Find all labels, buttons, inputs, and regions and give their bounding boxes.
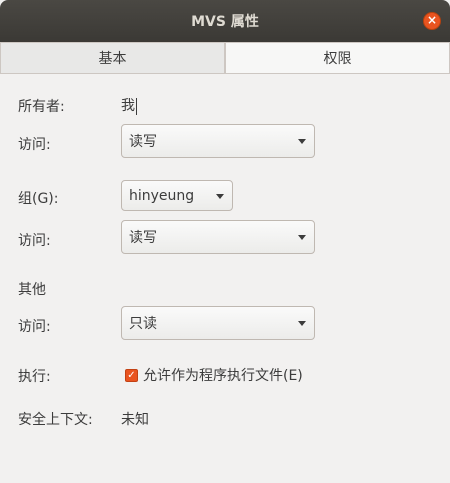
properties-window: MVS 属性 × 基本 权限 所有者: 我 访问: 读写 组(G): hinye… bbox=[0, 0, 450, 483]
execute-checkbox-label[interactable]: 允许作为程序执行文件(E) bbox=[143, 365, 303, 385]
others-heading: 其他 bbox=[18, 282, 46, 298]
execute-label: 执行: bbox=[18, 369, 51, 385]
owner-value: 我 bbox=[121, 95, 137, 115]
group-access-label: 访问: bbox=[18, 233, 51, 249]
group-value: hinyeung bbox=[129, 187, 195, 204]
others-access-dropdown[interactable]: 只读 bbox=[121, 306, 315, 340]
owner-access-value: 读写 bbox=[129, 134, 157, 150]
checkbox-checked-icon[interactable]: ✓ bbox=[125, 368, 138, 382]
chevron-down-icon bbox=[216, 193, 224, 199]
title-bar[interactable]: MVS 属性 × bbox=[0, 0, 450, 42]
security-context-label: 安全上下文: bbox=[18, 412, 93, 428]
others-access-label: 访问: bbox=[18, 319, 51, 335]
tab-bar: 基本 权限 bbox=[0, 42, 450, 74]
owner-name: 我 bbox=[121, 98, 135, 114]
owner-label: 所有者: bbox=[18, 99, 65, 115]
owner-access-dropdown[interactable]: 读写 bbox=[121, 124, 315, 158]
text-cursor bbox=[136, 97, 137, 115]
group-access-value: 读写 bbox=[129, 230, 157, 246]
owner-access-label: 访问: bbox=[18, 137, 51, 153]
group-access-dropdown[interactable]: 读写 bbox=[121, 220, 315, 254]
tab-basic[interactable]: 基本 bbox=[0, 42, 225, 73]
chevron-down-icon bbox=[298, 321, 306, 326]
group-label: 组(G): bbox=[18, 191, 59, 207]
execute-checkbox-row[interactable]: ✓ 允许作为程序执行文件(E) bbox=[125, 364, 303, 386]
tab-permissions[interactable]: 权限 bbox=[225, 42, 450, 73]
chevron-down-icon bbox=[298, 235, 306, 240]
chevron-down-icon bbox=[298, 139, 306, 144]
window-title: MVS 属性 bbox=[191, 14, 259, 30]
group-dropdown[interactable]: hinyeung bbox=[121, 180, 233, 211]
security-context-value: 未知 bbox=[121, 412, 149, 428]
close-icon[interactable]: × bbox=[423, 12, 441, 30]
others-access-value: 只读 bbox=[129, 316, 157, 332]
